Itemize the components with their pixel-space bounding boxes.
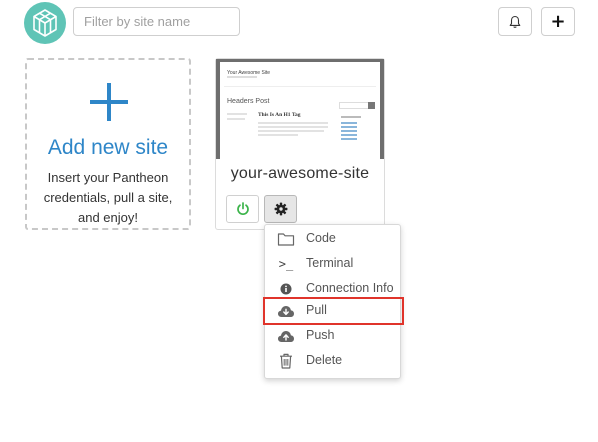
add-site-button[interactable]: +: [541, 7, 575, 36]
menu-item-terminal[interactable]: >_ Terminal: [265, 252, 400, 276]
filter-site-input[interactable]: [73, 7, 240, 36]
add-site-title: Add new site: [47, 136, 169, 159]
thumbnail-sidebar-link: [341, 130, 357, 132]
plus-icon: +: [550, 10, 566, 32]
thumbnail-search-button: [368, 102, 375, 109]
site-actions-menu: Code >_ Terminal Connection Info Pull Pu…: [263, 224, 404, 379]
thumbnail-meta-line: [227, 113, 247, 115]
menu-item-push[interactable]: Push: [265, 324, 400, 348]
menu-item-connection-info[interactable]: Connection Info: [265, 277, 400, 301]
menu-item-label: Code: [306, 231, 336, 245]
site-card: Your Awesome Site Headers Post This Is A…: [215, 58, 385, 230]
site-name: your-awesome-site: [230, 165, 370, 182]
notifications-button[interactable]: [498, 7, 532, 36]
terminal-icon: >_: [278, 257, 294, 271]
gear-icon: [274, 202, 287, 216]
menu-item-label: Terminal: [306, 256, 354, 270]
pantheon-logo[interactable]: [24, 2, 66, 44]
thumbnail-meta-line: [227, 118, 245, 120]
thumbnail-post-title: This Is An H1 Tag: [258, 112, 301, 118]
menu-item-label: Push: [306, 328, 335, 342]
menu-item-code[interactable]: Code: [265, 227, 400, 251]
thumbnail-sidebar-heading: [341, 116, 361, 118]
power-icon: [236, 202, 249, 216]
trash-icon: [277, 352, 295, 370]
thumbnail-sidebar-link: [341, 122, 357, 124]
add-new-site-card[interactable]: Add new site Insert your Pantheon creden…: [25, 58, 191, 230]
thumbnail-sidebar-link: [341, 134, 357, 136]
thumbnail-text-line: [258, 126, 328, 128]
thumbnail-text-line: [258, 130, 324, 132]
thumbnail-sidebar-link: [341, 138, 357, 140]
thumbnail-text-line: [258, 122, 328, 124]
pantheon-cube-logo-icon: [33, 9, 57, 37]
menu-item-label: Delete: [306, 353, 343, 367]
thumbnail-sidebar-link: [341, 126, 357, 128]
bell-icon: [509, 15, 521, 28]
power-button[interactable]: [226, 195, 259, 223]
cloud-upload-icon: [277, 327, 295, 345]
menu-item-label: Pull: [306, 303, 327, 317]
site-thumbnail[interactable]: Your Awesome Site Headers Post This Is A…: [216, 59, 384, 159]
settings-button[interactable]: [264, 195, 297, 223]
menu-item-label: Connection Info: [306, 281, 394, 295]
plus-icon: [90, 83, 128, 121]
add-site-description: Insert your Pantheon credentials, pull a…: [43, 170, 173, 225]
thumbnail-heading: Headers Post: [227, 98, 270, 105]
cloud-download-icon: [277, 302, 295, 320]
folder-icon: [277, 230, 295, 248]
menu-item-delete[interactable]: Delete: [265, 349, 400, 373]
thumbnail-text-line: [258, 134, 298, 136]
menu-item-pull[interactable]: Pull: [263, 297, 404, 325]
thumbnail-divider: [224, 86, 376, 87]
thumbnail-tagline: [227, 76, 257, 78]
info-icon: [277, 280, 295, 298]
